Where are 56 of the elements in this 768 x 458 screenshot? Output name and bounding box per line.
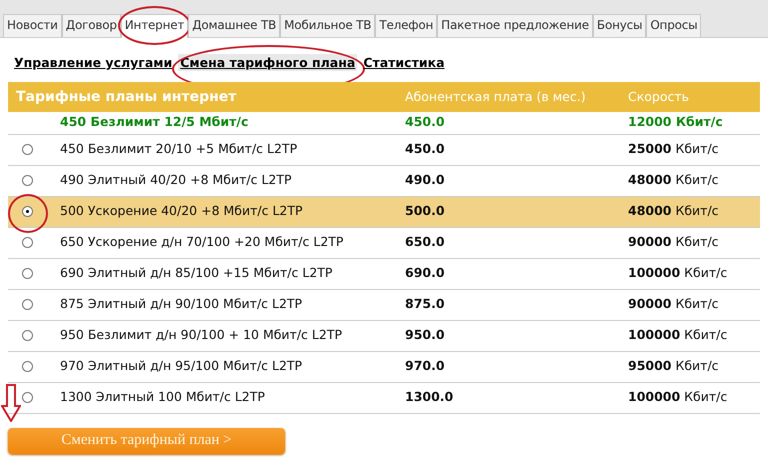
table-cell: 490 Элитный 40/20 +8 Мбит/с L2TP	[60, 165, 405, 196]
table-cell: 90000 Кбит/с	[628, 227, 760, 258]
tab[interactable]: Бонусы	[592, 14, 646, 37]
table-cell: 875.0	[405, 289, 628, 320]
table-cell: 950 Безлимит д/н 90/100 + 10 Мбит/с L2TP	[60, 320, 405, 351]
tab[interactable]: Новости	[3, 14, 62, 37]
table-cell: 450.0	[405, 112, 628, 134]
tab[interactable]: Интернет	[120, 14, 188, 38]
table-cell: 650.0	[405, 227, 628, 258]
radio-button[interactable]	[22, 330, 33, 342]
down-arrow-icon	[1, 384, 21, 422]
radio-button[interactable]	[22, 237, 33, 248]
table-cell: 1300.0	[405, 382, 628, 413]
subnav-link[interactable]: Статистика	[361, 54, 447, 71]
table-cell: 875 Элитный д/н 90/100 Мбит/с L2TP	[60, 289, 405, 320]
table-cell: 500 Ускорение 40/20 +8 Мбит/с L2TP	[60, 196, 405, 227]
radio-button[interactable]	[22, 206, 33, 218]
table-cell: 48000 Кбит/с	[628, 165, 760, 196]
table-cell: 490.0	[405, 165, 628, 196]
radio-button[interactable]	[22, 175, 33, 186]
highlight-ellipse	[8, 194, 48, 232]
table-cell: 95000 Кбит/с	[628, 351, 760, 382]
table-cell: 970.0	[405, 351, 628, 382]
table-cell: 450.0	[405, 134, 628, 165]
table-cell: 450 Безлимит 12/5 Мбит/с	[60, 112, 405, 134]
column-header: Тарифные планы интернет	[8, 82, 405, 112]
table-cell: 500.0	[405, 196, 628, 227]
tab[interactable]: Опросы	[646, 14, 702, 37]
tab[interactable]: Пакетное предложение	[437, 14, 593, 37]
table-cell: 650 Ускорение д/н 70/100 +20 Мбит/с L2TP	[60, 227, 405, 258]
table-cell: 970 Элитный д/н 95/100 Мбит/с L2TP	[60, 351, 405, 382]
tab[interactable]: Договор	[62, 14, 121, 37]
table-cell: 100000 Кбит/с	[628, 382, 760, 413]
table-cell: 690 Элитный д/н 85/100 +15 Мбит/с L2TP	[60, 258, 405, 289]
table-cell: 100000 Кбит/с	[628, 320, 760, 351]
column-header: Абонентская плата (в мес.)	[405, 82, 628, 112]
subnav-link[interactable]: Смена тарифного плана	[178, 54, 358, 71]
column-header: Скорость	[628, 82, 760, 112]
table-cell: 690.0	[405, 258, 628, 289]
tab[interactable]: Телефон	[375, 14, 438, 37]
table-cell: 450 Безлимит 20/10 +5 Мбит/с L2TP	[60, 134, 405, 165]
subnav-link[interactable]: Управление услугами	[12, 54, 174, 71]
radio-button[interactable]	[22, 392, 33, 404]
table-cell: 25000 Кбит/с	[628, 134, 760, 165]
table-cell: 12000 Кбит/с	[628, 112, 760, 134]
radio-button[interactable]	[22, 299, 33, 310]
table-cell: 1300 Элитный 100 Мбит/с L2TP	[60, 382, 405, 413]
tab[interactable]: Домашнее ТВ	[188, 14, 280, 37]
radio-button[interactable]	[22, 144, 33, 156]
radio-button[interactable]	[22, 361, 33, 372]
table-cell: 90000 Кбит/с	[628, 289, 760, 320]
table-cell: 950.0	[405, 320, 628, 351]
table-cell: 48000 Кбит/с	[628, 196, 760, 227]
radio-button[interactable]	[22, 268, 33, 280]
tab[interactable]: Мобильное ТВ	[280, 14, 376, 37]
table-cell: 100000 Кбит/с	[628, 258, 760, 289]
